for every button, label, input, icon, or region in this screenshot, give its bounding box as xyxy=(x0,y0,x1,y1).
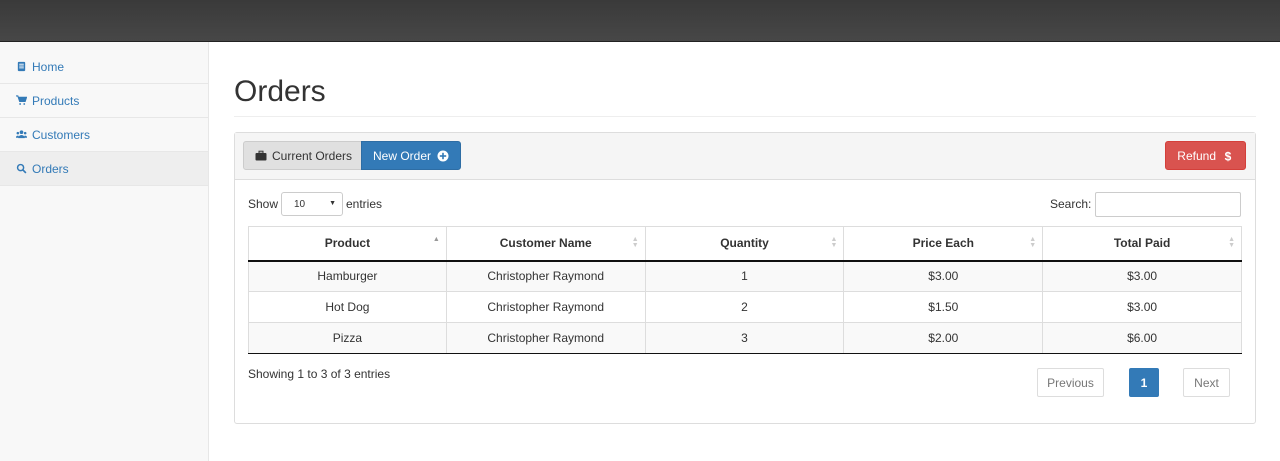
entries-label: entries xyxy=(346,197,383,211)
column-header-customer-name[interactable]: Customer Name ▲ ▼ xyxy=(445,226,646,262)
sort-icon: ▲ ▼ xyxy=(1228,236,1235,249)
top-navbar xyxy=(0,0,1280,42)
table-row[interactable]: Pizza Christopher Raymond 3 $2.00 $6.00 xyxy=(248,322,1242,354)
table-header-row: Product ▲ Customer Name ▲ ▼ Quantity ▲ ▼ Pric… xyxy=(248,226,1242,262)
sidebar-item-home[interactable]: Home xyxy=(0,50,208,84)
cell-product: Hot Dog xyxy=(248,291,447,323)
cell-total-paid: $3.00 xyxy=(1042,260,1242,292)
plus-circle-icon xyxy=(437,150,449,162)
briefcase-icon xyxy=(255,150,267,162)
main-content: Orders Current Orders New Order Refund $… xyxy=(234,42,1256,424)
current-orders-button[interactable]: Current Orders xyxy=(243,141,365,170)
table-row[interactable]: Hamburger Christopher Raymond 1 $3.00 $3… xyxy=(248,260,1242,292)
sort-icon: ▲ ▼ xyxy=(830,236,838,249)
cell-customer-name: Christopher Raymond xyxy=(445,322,646,354)
sidebar: Home Products Customers Orders xyxy=(0,42,209,461)
cell-product: Pizza xyxy=(248,322,447,354)
cell-quantity: 3 xyxy=(644,322,845,354)
column-header-product[interactable]: Product ▲ xyxy=(248,226,447,262)
search-icon xyxy=(15,163,27,175)
sidebar-item-customers[interactable]: Customers xyxy=(0,118,208,152)
sidebar-item-orders[interactable]: Orders xyxy=(0,152,208,186)
current-orders-label: Current Orders xyxy=(272,148,353,163)
pagination-page-1[interactable]: 1 xyxy=(1129,368,1159,397)
cell-customer-name: Christopher Raymond xyxy=(445,260,646,292)
table-row[interactable]: Hot Dog Christopher Raymond 2 $1.50 $3.0… xyxy=(248,291,1242,323)
orders-table: Product ▲ Customer Name ▲ ▼ Quantity ▲ ▼ Pric… xyxy=(248,226,1242,354)
page-size-value: 10 xyxy=(294,199,306,210)
search-label: Search: xyxy=(1050,197,1092,211)
users-icon xyxy=(15,129,27,141)
table-controls: Show 10 ▼ entries Search: xyxy=(248,192,1242,217)
dollar-icon: $ xyxy=(1222,150,1234,162)
page-size-select[interactable]: 10 ▼ xyxy=(281,192,343,216)
column-header-total-paid[interactable]: Total Paid ▲ ▼ xyxy=(1042,226,1242,262)
cell-price-each: $3.00 xyxy=(843,260,1044,292)
refund-label: Refund xyxy=(1177,148,1216,163)
refund-button[interactable]: Refund $ xyxy=(1165,141,1246,170)
cart-icon xyxy=(15,95,27,107)
panel-toolbar: Current Orders New Order Refund $ xyxy=(235,133,1255,180)
cell-price-each: $1.50 xyxy=(843,291,1044,323)
svg-text:$: $ xyxy=(1225,150,1232,162)
pagination-next[interactable]: Next xyxy=(1183,368,1230,397)
table-info: Showing 1 to 3 of 3 entries xyxy=(248,367,391,381)
book-icon xyxy=(15,61,27,73)
cell-quantity: 1 xyxy=(644,260,845,292)
new-order-label: New Order xyxy=(373,148,432,163)
cell-price-each: $2.00 xyxy=(843,322,1044,354)
sidebar-item-label: Orders xyxy=(32,161,69,176)
sidebar-item-label: Products xyxy=(32,93,80,108)
sidebar-item-label: Home xyxy=(32,59,65,74)
sidebar-item-products[interactable]: Products xyxy=(0,84,208,118)
sidebar-item-label: Customers xyxy=(32,127,91,142)
pagination-previous[interactable]: Previous xyxy=(1037,368,1104,397)
orders-panel: Current Orders New Order Refund $ Show 1… xyxy=(234,132,1256,424)
cell-product: Hamburger xyxy=(248,260,447,292)
sort-icon: ▲ ▼ xyxy=(1029,236,1037,249)
sort-asc-icon: ▲ xyxy=(432,236,440,243)
cell-total-paid: $3.00 xyxy=(1042,291,1242,323)
cell-total-paid: $6.00 xyxy=(1042,322,1242,354)
column-header-price-each[interactable]: Price Each ▲ ▼ xyxy=(843,226,1044,262)
sort-icon: ▲ ▼ xyxy=(631,236,639,249)
new-order-button[interactable]: New Order xyxy=(361,141,462,170)
cell-customer-name: Christopher Raymond xyxy=(445,291,646,323)
show-label: Show xyxy=(248,197,279,211)
search-input[interactable] xyxy=(1095,192,1241,217)
cell-quantity: 2 xyxy=(644,291,845,323)
caret-down-icon: ▼ xyxy=(329,200,336,207)
page-title: Orders xyxy=(234,75,1256,117)
column-header-quantity[interactable]: Quantity ▲ ▼ xyxy=(644,226,845,262)
